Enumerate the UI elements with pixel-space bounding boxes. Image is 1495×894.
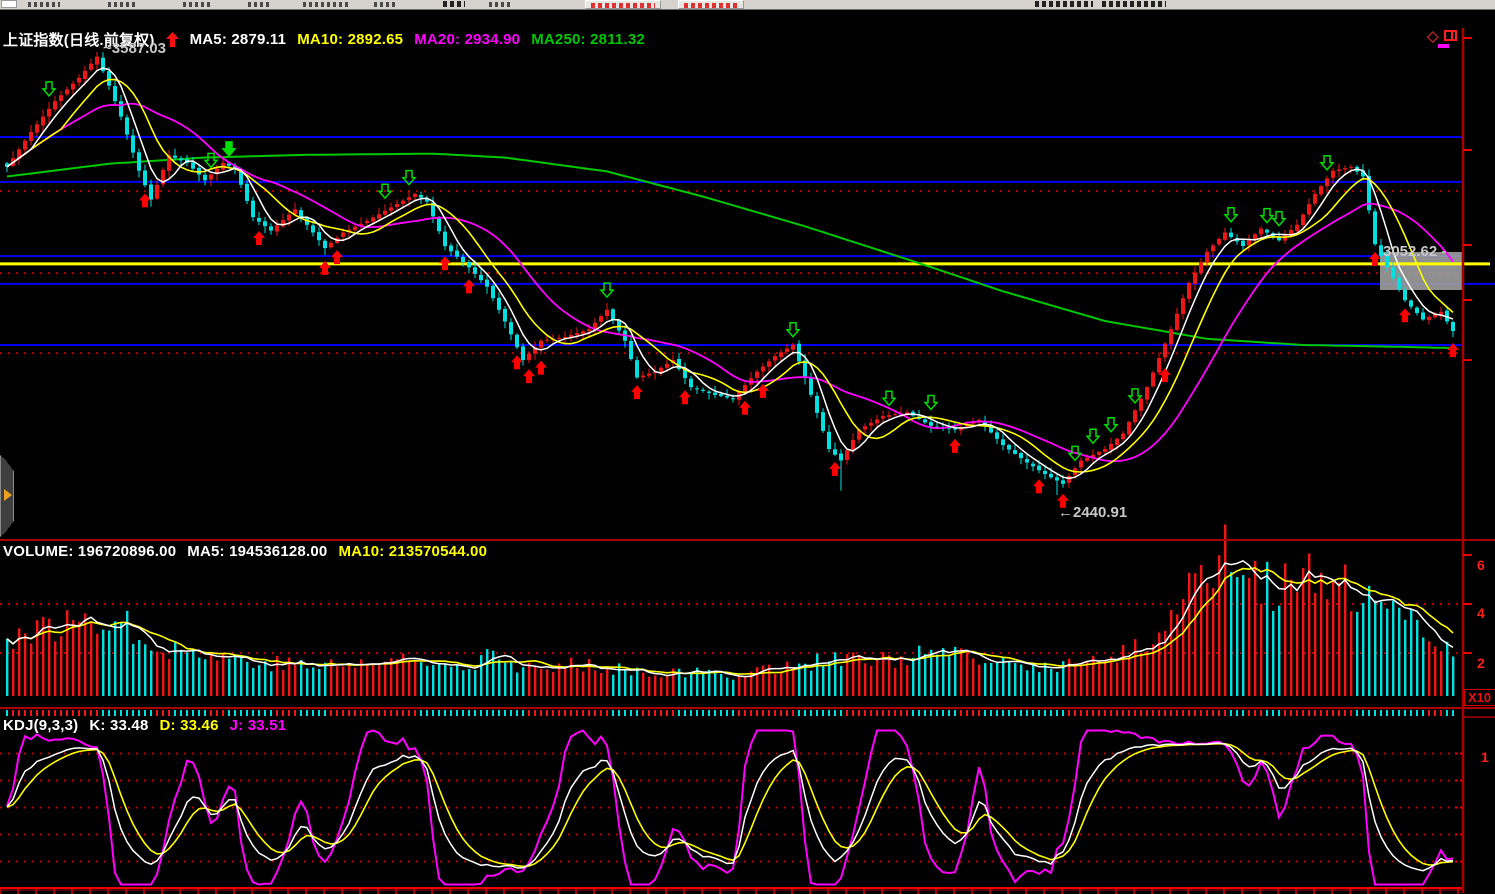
kdj-d-value: D: 33.46 (160, 717, 219, 734)
kdj-j-value: J: 33.51 (230, 717, 287, 734)
app-icon[interactable] (1, 0, 17, 8)
level-price-annotation: 3052.62 - (1383, 243, 1446, 260)
toolbar-status-text (1102, 1, 1166, 7)
volume-header: VOLUME: 196720896.00 MA5: 194536128.00 M… (3, 543, 487, 560)
window-restore-icon[interactable] (1444, 30, 1457, 41)
toolbar-menu-item[interactable] (248, 2, 272, 7)
toolbar-button-2-label (684, 3, 738, 8)
ma250-value: MA250: 2811.32 (531, 31, 645, 48)
ma5-value: MA5: 2879.11 (190, 31, 287, 48)
volume-unit-label: X10 (1464, 689, 1495, 706)
volume-value: VOLUME: 196720896.00 (3, 543, 176, 560)
price-volume-kdj-chart[interactable] (0, 10, 1495, 894)
toolbar-menu-item[interactable] (374, 2, 398, 7)
toolbar-menu-item[interactable] (108, 2, 138, 7)
expand-arrow-icon (4, 489, 12, 501)
toolbar-status-text (1035, 1, 1093, 7)
toolbar-button-1[interactable] (585, 0, 661, 9)
volume-axis-tick-4: 4 (1477, 605, 1485, 621)
toolbar-menu-item[interactable] (443, 1, 465, 7)
toolbar (0, 0, 1495, 10)
toolbar-button-2[interactable] (678, 0, 744, 9)
ma20-endpoint-dash (1438, 44, 1449, 48)
ma20-value: MA20: 2934.90 (414, 31, 520, 48)
volume-ma5-value: MA5: 194536128.00 (187, 543, 327, 560)
toolbar-menu-item[interactable] (303, 2, 349, 7)
kdj-header: KDJ(9,3,3) K: 33.48 D: 33.46 J: 33.51 (3, 717, 286, 734)
chart-stage[interactable]: 上证指数(日线.前复权) MA5: 2879.11 MA10: 2892.65 … (0, 10, 1495, 894)
toolbar-menu-item[interactable] (183, 2, 211, 7)
toolbar-button-1-label (591, 3, 655, 8)
toolbar-menu-item[interactable] (28, 2, 60, 7)
volume-ma10-value: MA10: 213570544.00 (338, 543, 487, 560)
main-chart-header: 上证指数(日线.前复权) MA5: 2879.11 MA10: 2892.65 … (3, 29, 645, 50)
low-price-annotation: ←2440.91 (1058, 504, 1127, 521)
volume-axis-tick-2: 2 (1477, 655, 1485, 671)
volume-axis-tick-6: 6 (1477, 557, 1485, 573)
kdj-k-value: K: 33.48 (89, 717, 148, 734)
up-arrow-icon (166, 32, 179, 47)
kdj-title: KDJ(9,3,3) (3, 717, 78, 734)
kdj-axis-label: 1 (1481, 749, 1489, 765)
ma10-value: MA10: 2892.65 (297, 31, 403, 48)
peak-price-annotation: ~3587.03 (103, 40, 166, 57)
diamond-icon[interactable]: ◇ (1427, 27, 1439, 45)
window-icon-bar (1451, 32, 1453, 39)
toolbar-menu-item[interactable] (489, 2, 513, 7)
